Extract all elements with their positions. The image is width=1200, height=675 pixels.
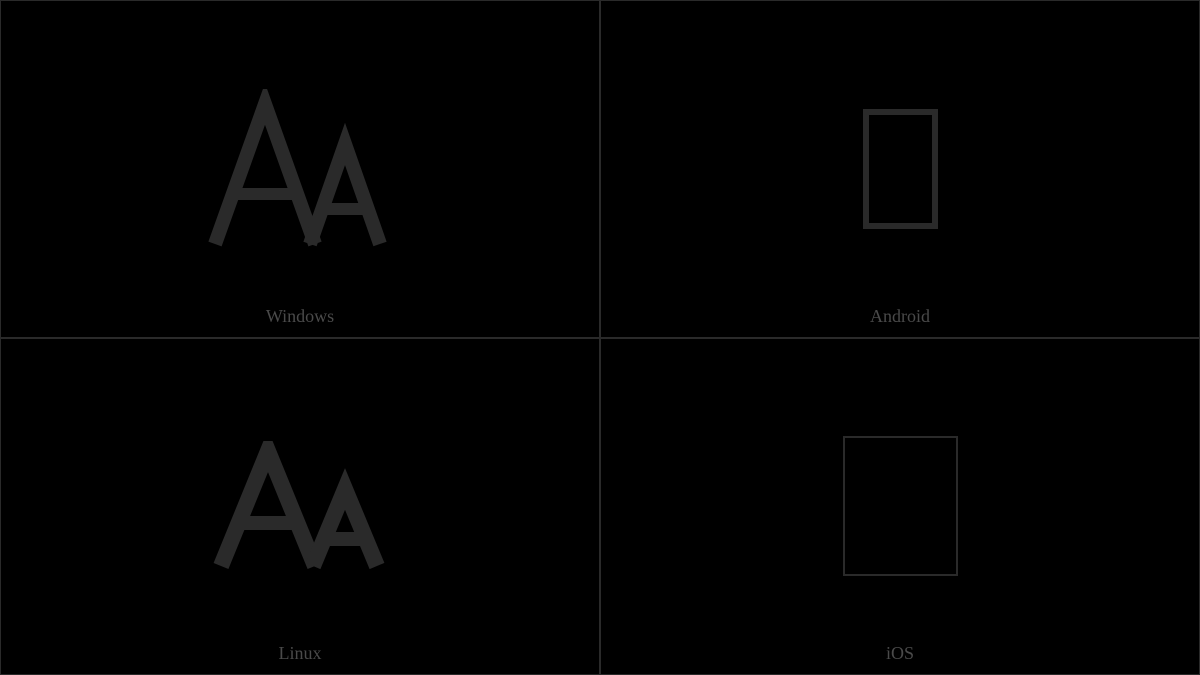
cell-label-android: Android <box>870 306 930 327</box>
missing-glyph-box-icon <box>843 436 958 576</box>
font-size-aa-icon <box>213 441 388 571</box>
glyph-comparison-grid: Windows Android Lin <box>0 0 1200 675</box>
glyph-area-linux <box>1 339 599 675</box>
cell-android: Android <box>600 0 1200 338</box>
cell-linux: Linux <box>0 338 600 675</box>
glyph-area-android <box>601 1 1199 337</box>
cell-label-windows: Windows <box>266 306 334 327</box>
cell-windows: Windows <box>0 0 600 338</box>
cell-label-ios: iOS <box>886 643 914 664</box>
glyph-area-windows <box>1 1 599 337</box>
font-size-aa-icon <box>205 89 395 249</box>
missing-glyph-box-icon <box>863 109 938 229</box>
cell-label-linux: Linux <box>279 643 322 664</box>
cell-ios: iOS <box>600 338 1200 675</box>
glyph-area-ios <box>601 339 1199 675</box>
